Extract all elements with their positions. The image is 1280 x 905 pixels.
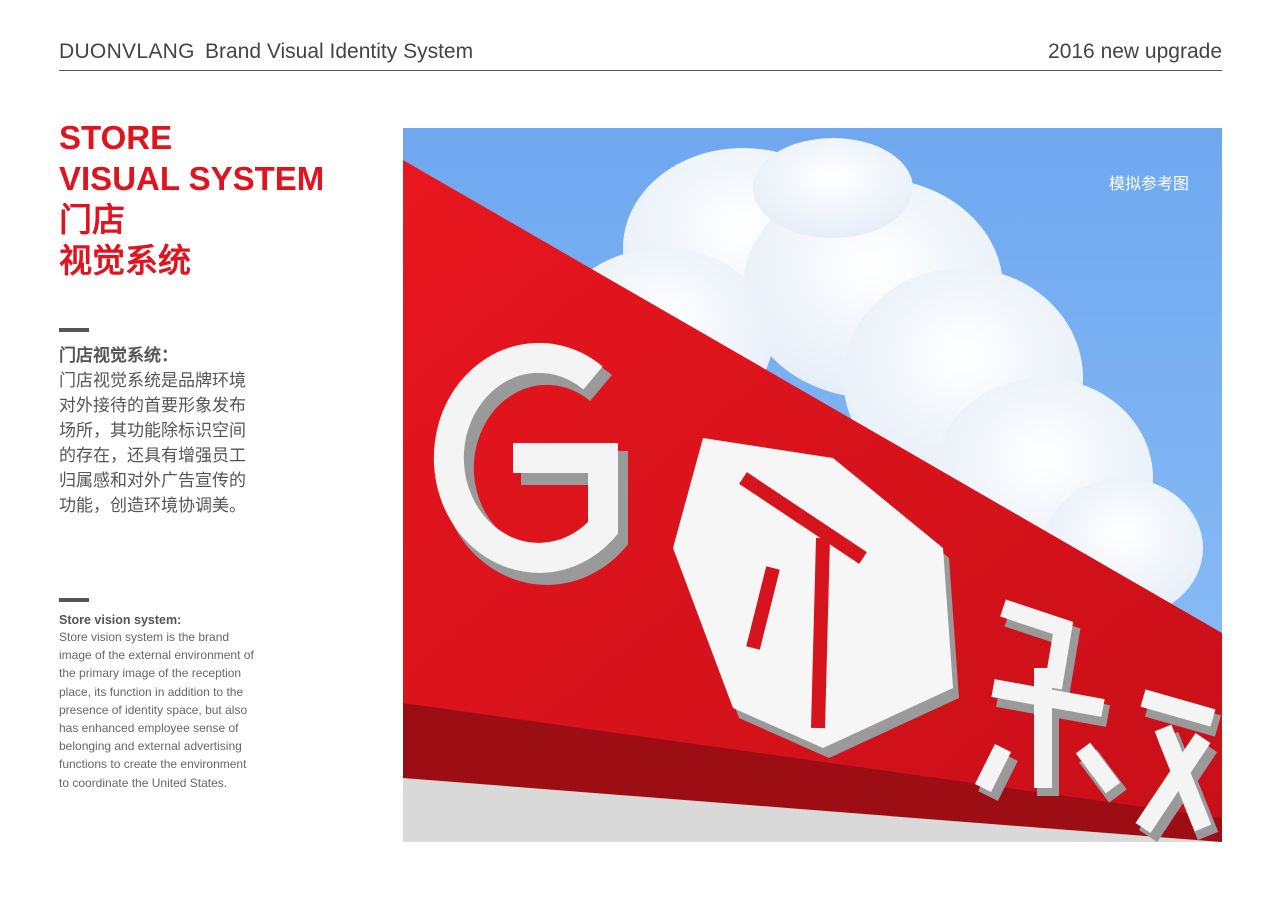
page-header: DUONVLANG Brand Visual Identity System 2… <box>59 40 1222 71</box>
cn-heading: 门店视觉系统： <box>59 346 178 365</box>
title-line-visual-system: VISUAL SYSTEM <box>59 160 325 197</box>
title-line-cn-visual-system: 视觉系统 <box>59 242 191 279</box>
cn-body: 门店视觉系统是品牌环境对外接待的首要形象发布场所，其功能除标识空间的存在，还具有… <box>59 371 246 515</box>
en-description: Store vision system: Store vision system… <box>59 612 259 792</box>
photo-caption: 模拟参考图 <box>1108 176 1189 193</box>
header-year: 2016 new upgrade <box>1048 40 1222 63</box>
brand-name: DUONVLANG <box>59 40 195 63</box>
title-line-store: STORE <box>59 119 173 156</box>
divider-dash <box>59 328 89 332</box>
sign-illustration <box>403 128 1222 842</box>
divider-dash <box>59 598 89 602</box>
header-subtitle: Brand Visual Identity System <box>205 40 474 63</box>
cn-description: 门店视觉系统： 门店视觉系统是品牌环境对外接待的首要形象发布场所，其功能除标识空… <box>59 343 259 518</box>
en-body: Store vision system is the brand image o… <box>59 630 254 790</box>
en-heading: Store vision system: <box>59 613 182 627</box>
title-line-cn-store: 门店 <box>59 201 125 238</box>
storefront-sign-photo: 模拟参考图 <box>403 128 1222 842</box>
section-title: STORE VISUAL SYSTEM 门店 视觉系统 <box>59 117 324 281</box>
